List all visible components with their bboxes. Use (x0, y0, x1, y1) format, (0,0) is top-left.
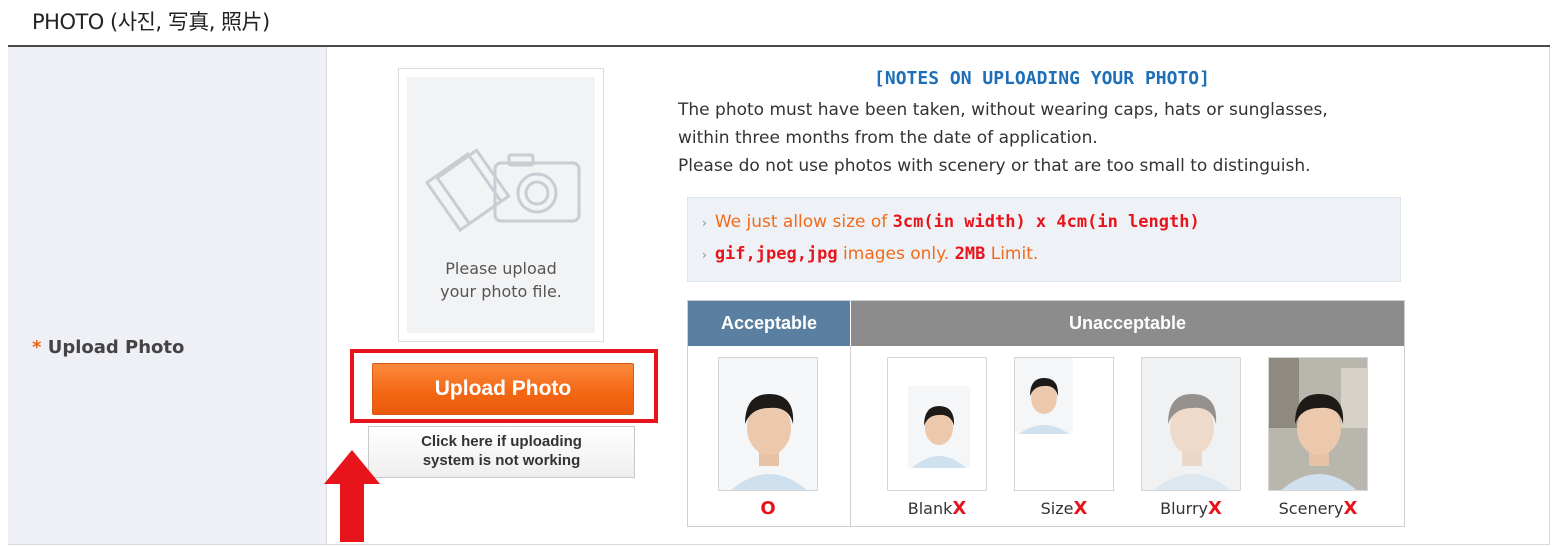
red-up-arrow-icon (324, 450, 380, 542)
blank-photo (887, 357, 987, 491)
example-label: Scenery (1278, 499, 1344, 518)
size-rule-value: 3cm(in width) x 4cm(in length) (892, 212, 1200, 232)
notes-body: The photo must have been taken, without … (678, 96, 1328, 180)
format-rule-suffix: Limit. (985, 244, 1039, 264)
notes-line: The photo must have been taken, without … (678, 100, 1328, 120)
acceptable-header: Acceptable (688, 301, 850, 346)
size-rule-text: We just allow size of (714, 212, 893, 232)
scenery-caption: SceneryX (1263, 498, 1373, 519)
upload-photo-label: * Upload Photo (32, 337, 184, 358)
camera-photos-icon (425, 148, 581, 233)
requirements-box: › We just allow size of 3cm(in width) x 4… (687, 197, 1401, 282)
format-rule-text: images only. (837, 244, 955, 264)
photo-examples-table: Acceptable Unacceptable O BlankX SizeX B… (687, 300, 1405, 527)
notes-line: Please do not use photos with scenery or… (678, 156, 1311, 176)
bullet-icon: › (702, 248, 707, 262)
upload-photo-button[interactable]: Upload Photo (372, 363, 634, 415)
photo-preview-area: Please upload your photo file. (407, 77, 595, 333)
format-rule: › gif,jpeg,jpg images only. 2MB Limit. (702, 244, 1038, 264)
acceptable-photo (718, 357, 818, 491)
section-title: PHOTO (사진, 写真, 照片) (32, 10, 270, 34)
photo-placeholder-text: Please upload your photo file. (440, 259, 562, 301)
reject-mark: X (952, 498, 967, 519)
example-label: Size (1040, 499, 1074, 518)
format-rule-limit: 2MB (954, 244, 986, 264)
scenery-photo (1268, 357, 1368, 491)
bullet-icon: › (702, 216, 707, 230)
fallback-upload-button[interactable]: Click here if uploading system is not wo… (368, 426, 635, 478)
example-label: Blank (907, 499, 953, 518)
example-label: Blurry (1160, 499, 1208, 518)
size-rule: › We just allow size of 3cm(in width) x 4… (702, 212, 1200, 232)
notes-line: within three months from the date of app… (678, 128, 1098, 148)
reject-mark: X (1343, 498, 1358, 519)
notes-title: [NOTES ON UPLOADING YOUR PHOTO] (874, 68, 1210, 89)
required-star: * (32, 337, 42, 358)
size-caption: SizeX (1009, 498, 1119, 519)
reject-mark: X (1208, 498, 1222, 519)
acceptable-mark: O (760, 498, 776, 519)
column-divider (850, 346, 851, 526)
size-photo (1014, 357, 1114, 491)
upload-photo-label-text: Upload Photo (47, 337, 185, 358)
blurry-photo (1141, 357, 1241, 491)
blank-caption: BlankX (882, 498, 992, 519)
field-label-cell: * Upload Photo (8, 47, 327, 545)
photo-preview: Please upload your photo file. (398, 68, 604, 342)
blurry-caption: BlurryX (1136, 498, 1246, 519)
unacceptable-header: Unacceptable (851, 301, 1404, 346)
acceptable-caption: O (713, 498, 823, 519)
reject-mark: X (1073, 498, 1088, 519)
format-rule-formats: gif,jpeg,jpg (714, 244, 838, 264)
